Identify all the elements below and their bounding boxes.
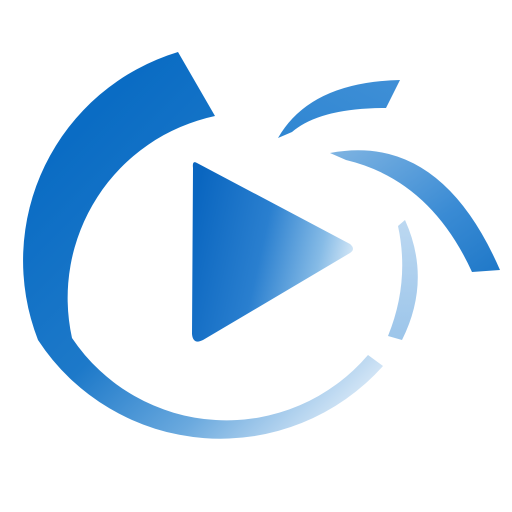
inner-swoosh-shape bbox=[388, 220, 418, 340]
top-swoosh-shape bbox=[278, 80, 400, 138]
play-triangle-icon bbox=[192, 162, 353, 342]
play-logo-icon bbox=[23, 52, 500, 439]
logo-stage bbox=[0, 0, 512, 512]
